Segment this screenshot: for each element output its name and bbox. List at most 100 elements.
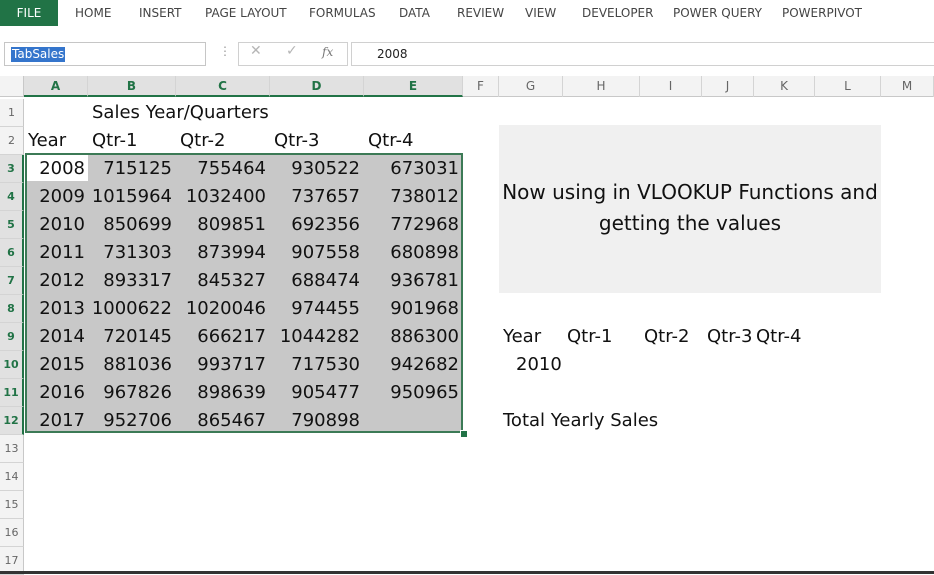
table-cell[interactable]: 1015964 <box>88 183 172 211</box>
row-header-4[interactable]: 4 <box>0 183 24 211</box>
column-header-d[interactable]: D <box>270 76 364 97</box>
table-cell[interactable]: 2015 <box>24 351 85 379</box>
tab-formulas[interactable]: FORMULAS <box>309 0 376 26</box>
column-header-a[interactable]: A <box>24 76 88 97</box>
tab-insert[interactable]: INSERT <box>139 0 182 26</box>
column-header-b[interactable]: B <box>88 76 176 97</box>
table-cell[interactable]: 873994 <box>176 239 266 267</box>
row-header-15[interactable]: 15 <box>0 491 24 519</box>
row-header-9[interactable]: 9 <box>0 323 24 351</box>
header-qtr-4[interactable]: Qtr-4 <box>368 127 413 155</box>
row-header-6[interactable]: 6 <box>0 239 24 267</box>
table-cell[interactable]: 974455 <box>270 295 360 323</box>
row-header-14[interactable]: 14 <box>0 463 24 491</box>
table-cell[interactable]: 1000622 <box>88 295 172 323</box>
column-header-h[interactable]: H <box>563 76 640 97</box>
table-cell[interactable]: 2013 <box>24 295 85 323</box>
column-header-l[interactable]: L <box>815 76 881 97</box>
table-cell[interactable]: 790898 <box>270 407 360 435</box>
row-header-13[interactable]: 13 <box>0 435 24 463</box>
table-cell[interactable]: 1032400 <box>176 183 266 211</box>
table-cell[interactable]: 755464 <box>176 155 266 183</box>
header-qtr-1[interactable]: Qtr-1 <box>92 127 137 155</box>
table-cell[interactable]: 2012 <box>24 267 85 295</box>
table-cell[interactable]: 850699 <box>88 211 172 239</box>
lookup-header-year[interactable]: Year <box>503 323 541 351</box>
table-cell[interactable]: 680898 <box>364 239 459 267</box>
column-header-c[interactable]: C <box>176 76 270 97</box>
table-cell[interactable]: 942682 <box>364 351 459 379</box>
table-cell[interactable]: 2008 <box>24 155 85 183</box>
tab-view[interactable]: VIEW <box>525 0 556 26</box>
formula-input[interactable]: 2008 <box>351 42 934 66</box>
table-cell[interactable]: 673031 <box>364 155 459 183</box>
table-cell[interactable]: 936781 <box>364 267 459 295</box>
tab-file[interactable]: FILE <box>0 0 58 26</box>
table-cell[interactable]: 845327 <box>176 267 266 295</box>
table-cell[interactable]: 2009 <box>24 183 85 211</box>
table-cell[interactable]: 809851 <box>176 211 266 239</box>
row-header-11[interactable]: 11 <box>0 379 24 407</box>
table-cell[interactable]: 738012 <box>364 183 459 211</box>
row-header-12[interactable]: 12 <box>0 407 24 435</box>
table-cell[interactable]: 886300 <box>364 323 459 351</box>
row-header-16[interactable]: 16 <box>0 519 24 547</box>
table-cell[interactable]: 893317 <box>88 267 172 295</box>
row-header-1[interactable]: 1 <box>0 99 24 127</box>
insert-function-icon[interactable]: fx <box>322 45 333 59</box>
column-header-m[interactable]: M <box>881 76 934 97</box>
table-cell[interactable]: 2014 <box>24 323 85 351</box>
row-header-10[interactable]: 10 <box>0 351 24 379</box>
table-cell[interactable]: 967826 <box>88 379 172 407</box>
table-cell[interactable]: 692356 <box>270 211 360 239</box>
formula-bar-splitter[interactable]: ⋮ <box>219 44 231 58</box>
table-cell[interactable]: 952706 <box>88 407 172 435</box>
fill-handle[interactable] <box>460 430 468 438</box>
enter-icon[interactable]: ✓ <box>286 43 298 59</box>
tab-page-layout[interactable]: PAGE LAYOUT <box>205 0 287 26</box>
table-cell[interactable]: 881036 <box>88 351 172 379</box>
table-cell[interactable] <box>364 407 459 435</box>
table-cell[interactable]: 993717 <box>176 351 266 379</box>
tab-review[interactable]: REVIEW <box>457 0 504 26</box>
lookup-year-value[interactable]: 2010 <box>516 351 562 379</box>
tab-powerpivot[interactable]: POWERPIVOT <box>782 0 862 26</box>
column-header-j[interactable]: J <box>702 76 754 97</box>
table-cell[interactable]: 907558 <box>270 239 360 267</box>
table-cell[interactable]: 2017 <box>24 407 85 435</box>
row-header-7[interactable]: 7 <box>0 267 24 295</box>
column-header-g[interactable]: G <box>499 76 563 97</box>
table-cell[interactable]: 737657 <box>270 183 360 211</box>
table-cell[interactable]: 950965 <box>364 379 459 407</box>
lookup-header-qtr-3[interactable]: Qtr-3 <box>707 323 752 351</box>
cancel-icon[interactable]: ✕ <box>250 43 262 59</box>
tab-developer[interactable]: DEVELOPER <box>582 0 653 26</box>
table-title[interactable]: Sales Year/Quarters <box>92 99 269 127</box>
tab-data[interactable]: DATA <box>399 0 430 26</box>
row-header-2[interactable]: 2 <box>0 127 24 155</box>
lookup-header-qtr-4[interactable]: Qtr-4 <box>756 323 801 351</box>
table-cell[interactable]: 898639 <box>176 379 266 407</box>
lookup-header-qtr-1[interactable]: Qtr-1 <box>567 323 612 351</box>
tab-power-query[interactable]: POWER QUERY <box>673 0 762 26</box>
table-cell[interactable]: 720145 <box>88 323 172 351</box>
column-header-e[interactable]: E <box>364 76 463 97</box>
table-cell[interactable]: 1020046 <box>176 295 266 323</box>
column-header-k[interactable]: K <box>754 76 815 97</box>
table-cell[interactable]: 2011 <box>24 239 85 267</box>
table-cell[interactable]: 717530 <box>270 351 360 379</box>
table-cell[interactable]: 772968 <box>364 211 459 239</box>
tab-home[interactable]: HOME <box>75 0 111 26</box>
table-cell[interactable]: 905477 <box>270 379 360 407</box>
header-year[interactable]: Year <box>28 127 66 155</box>
column-header-i[interactable]: I <box>640 76 702 97</box>
table-cell[interactable]: 901968 <box>364 295 459 323</box>
header-qtr-2[interactable]: Qtr-2 <box>180 127 225 155</box>
select-all-corner[interactable] <box>0 76 24 97</box>
name-box-value[interactable]: TabSales <box>11 47 66 62</box>
table-cell[interactable]: 2010 <box>24 211 85 239</box>
table-cell[interactable]: 865467 <box>176 407 266 435</box>
row-header-3[interactable]: 3 <box>0 155 24 183</box>
table-cell[interactable]: 688474 <box>270 267 360 295</box>
table-cell[interactable]: 731303 <box>88 239 172 267</box>
